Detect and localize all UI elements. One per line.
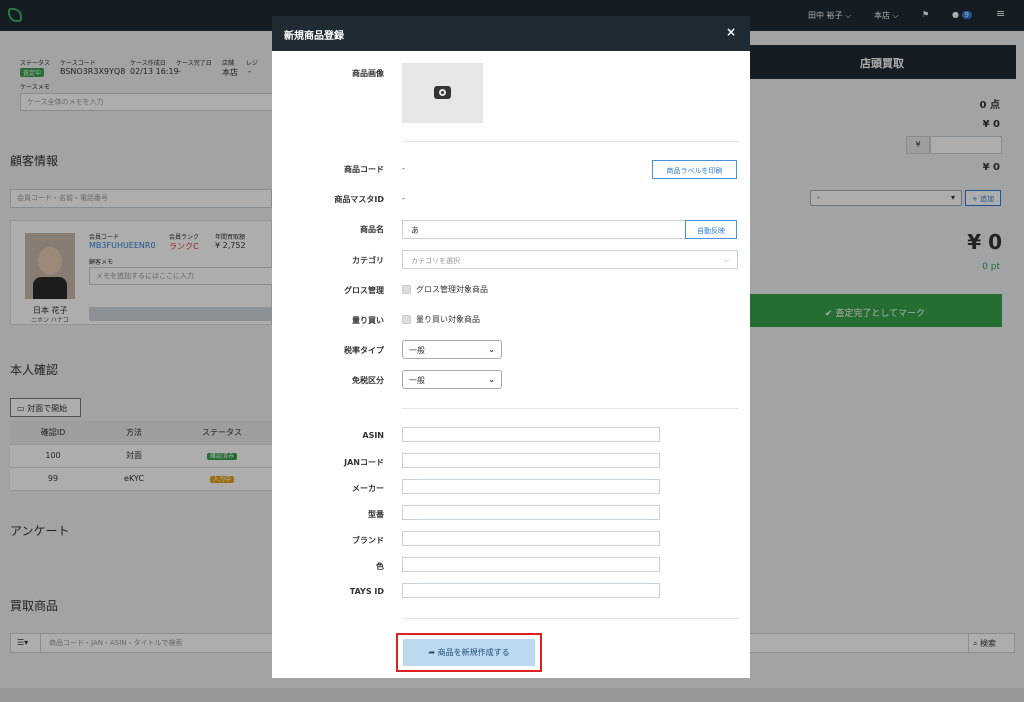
asin-input[interactable] — [402, 427, 660, 442]
tays-id-label: TAYS ID — [349, 587, 384, 596]
modal-title: 新規商品登録 — [284, 31, 344, 42]
image-label: 商品画像 — [352, 69, 384, 78]
code-value: - — [402, 164, 405, 173]
product-image-upload[interactable] — [402, 63, 483, 123]
print-label-button[interactable]: 商品ラベルを印刷 — [652, 160, 737, 179]
chevron-down-icon: ⌄ — [488, 345, 495, 354]
auto-reflect-button[interactable]: 自動反映 — [685, 220, 737, 239]
code-label: 商品コード — [344, 165, 384, 174]
bulk-check-label: 量り買い対象商品 — [416, 315, 480, 324]
category-placeholder: カテゴリを選択 — [411, 257, 460, 265]
chevron-down-icon: ⌵ — [723, 256, 729, 264]
tax-type-label: 税率タイプ — [344, 346, 384, 355]
divider — [402, 141, 738, 142]
brand-label: ブランド — [352, 536, 384, 545]
asin-label: ASIN — [362, 431, 384, 440]
jan-label: JANコード — [344, 458, 384, 467]
tays-id-input[interactable] — [402, 583, 660, 598]
share-arrow-icon: ➦ — [428, 648, 436, 657]
tax-type-select[interactable]: 一般 ⌄ — [402, 340, 502, 359]
modal-header: 新規商品登録 × — [272, 16, 750, 51]
bulk-label: 量り買い — [352, 316, 384, 325]
create-product-label: 商品を新規作成する — [437, 648, 510, 657]
bulk-checkbox[interactable] — [402, 315, 411, 324]
close-icon[interactable]: × — [726, 25, 736, 39]
name-label: 商品名 — [360, 225, 384, 234]
color-input[interactable] — [402, 557, 660, 572]
divider — [402, 618, 738, 619]
master-id-label: 商品マスタID — [334, 195, 384, 204]
maker-input[interactable] — [402, 479, 660, 494]
product-name-input[interactable]: あ — [402, 220, 686, 239]
category-label: カテゴリ — [352, 256, 384, 265]
tax-free-value: 一般 — [409, 376, 425, 385]
model-label: 型番 — [368, 510, 384, 519]
maker-label: メーカー — [352, 484, 384, 493]
gross-label: グロス管理 — [344, 286, 384, 295]
tax-free-label: 免税区分 — [352, 376, 384, 385]
color-label: 色 — [376, 562, 384, 571]
tax-type-value: 一般 — [409, 346, 425, 355]
new-product-modal: 新規商品登録 × 商品画像 商品コード - 商品ラベルを印刷 商品マスタID -… — [272, 16, 750, 678]
camera-icon — [434, 86, 451, 99]
divider — [402, 408, 738, 409]
create-product-button[interactable]: ➦ 商品を新規作成する — [403, 639, 535, 666]
chevron-down-icon: ⌄ — [488, 375, 495, 384]
model-input[interactable] — [402, 505, 660, 520]
master-id-value: - — [402, 194, 405, 203]
jan-input[interactable] — [402, 453, 660, 468]
category-select[interactable]: カテゴリを選択 ⌵ — [402, 250, 738, 269]
brand-input[interactable] — [402, 531, 660, 546]
tax-free-select[interactable]: 一般 ⌄ — [402, 370, 502, 389]
gross-check-label: グロス管理対象商品 — [416, 285, 488, 294]
gross-checkbox[interactable] — [402, 285, 411, 294]
